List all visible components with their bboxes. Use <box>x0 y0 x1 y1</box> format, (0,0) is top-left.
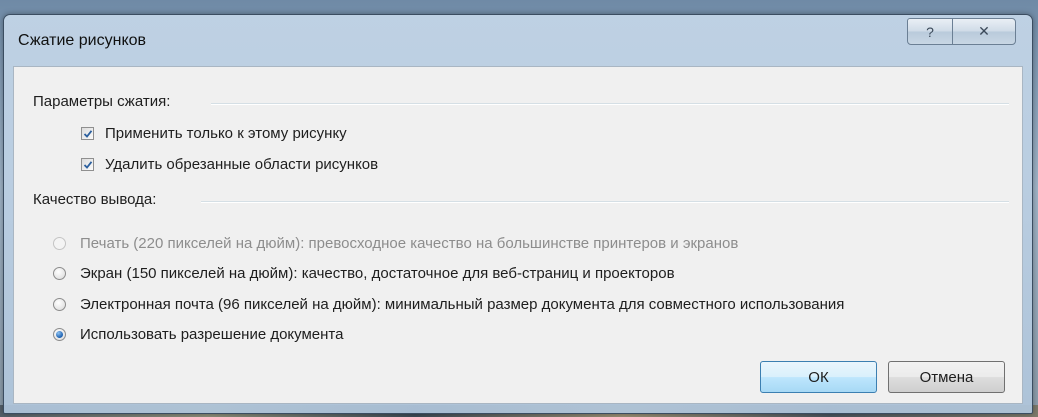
screen-radio[interactable] <box>53 267 66 280</box>
apply-only-checkbox-row[interactable]: Применить только к этому рисунку <box>81 125 347 142</box>
dialog-title: Сжатие рисунков <box>18 32 147 49</box>
ok-button[interactable]: ОК <box>760 361 877 393</box>
quality-option-document[interactable]: Использовать разрешение документа <box>53 326 343 343</box>
cancel-button[interactable]: Отмена <box>888 361 1005 393</box>
quality-option-screen[interactable]: Экран (150 пикселей на дюйм): качество, … <box>53 265 675 282</box>
help-button[interactable]: ? <box>907 18 953 45</box>
quality-option-email[interactable]: Электронная почта (96 пикселей на дюйм):… <box>53 296 844 313</box>
quality-option-print[interactable]: Печать (220 пикселей на дюйм): превосход… <box>53 235 738 252</box>
compress-pictures-dialog: Сжатие рисунков ? ✕ Параметры сжатия: Пр… <box>3 14 1033 414</box>
apply-only-checkbox[interactable] <box>81 127 94 140</box>
email-radio[interactable] <box>53 298 66 311</box>
print-radio[interactable] <box>53 237 66 250</box>
group-divider <box>201 201 1009 203</box>
output-group-label: Качество вывода: <box>33 191 157 208</box>
checkmark-icon <box>83 161 93 169</box>
delete-cropped-checkbox[interactable] <box>81 158 94 171</box>
radio-selected-dot <box>56 331 63 338</box>
compression-group-label: Параметры сжатия: <box>33 93 171 110</box>
document-option-label: Использовать разрешение документа <box>80 326 344 343</box>
delete-cropped-label: Удалить обрезанные области рисунков <box>105 156 379 173</box>
title-bar[interactable]: Сжатие рисунков ? ✕ <box>4 15 1032 62</box>
email-option-label: Электронная почта (96 пикселей на дюйм):… <box>80 296 845 313</box>
apply-only-label: Применить только к этому рисунку <box>105 125 347 142</box>
delete-cropped-checkbox-row[interactable]: Удалить обрезанные области рисунков <box>81 156 378 173</box>
group-divider <box>211 103 1009 105</box>
checkmark-icon <box>83 130 93 138</box>
screen-option-label: Экран (150 пикселей на дюйм): качество, … <box>80 265 675 282</box>
document-resolution-radio[interactable] <box>53 328 66 341</box>
close-icon: ✕ <box>978 23 990 39</box>
close-button[interactable]: ✕ <box>952 18 1016 45</box>
help-icon: ? <box>926 23 934 40</box>
dialog-body: Параметры сжатия: Применить только к это… <box>13 66 1023 404</box>
print-option-label: Печать (220 пикселей на дюйм): превосход… <box>80 235 739 252</box>
